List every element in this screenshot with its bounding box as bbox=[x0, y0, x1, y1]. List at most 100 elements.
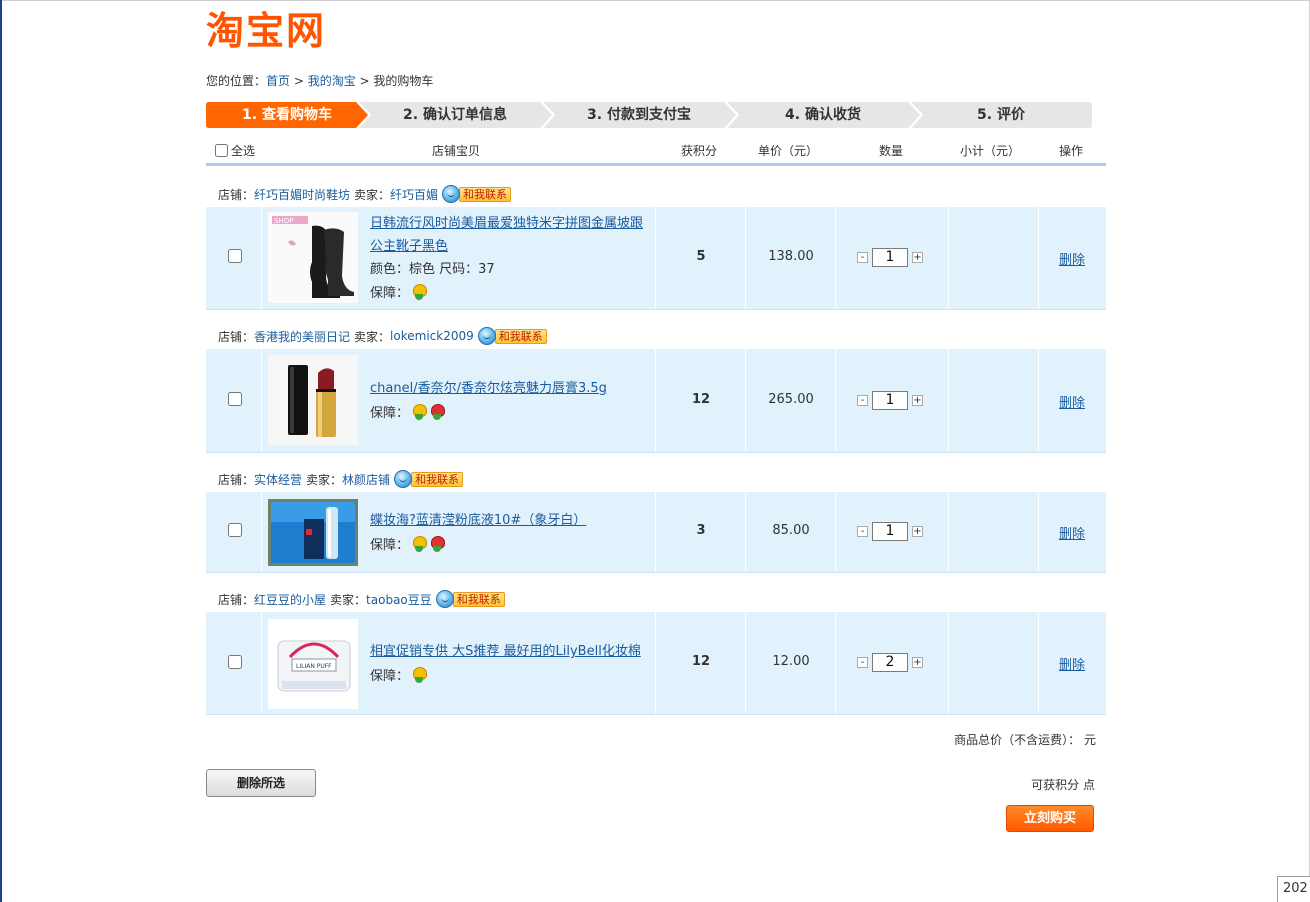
guarantee-label: 保障： bbox=[370, 538, 410, 553]
breadcrumb-home-link[interactable]: 首页 bbox=[266, 74, 290, 88]
quantity-input[interactable]: 1 bbox=[872, 522, 908, 541]
quantity-stepper: - 1 + bbox=[857, 522, 923, 541]
item-checkbox[interactable] bbox=[228, 392, 242, 406]
product-thumbnail[interactable]: SHOP bbox=[268, 212, 358, 303]
quantity-increase-button[interactable]: + bbox=[912, 395, 923, 406]
contact-seller-button[interactable]: 和我联系 bbox=[442, 185, 512, 203]
product-thumbnail[interactable] bbox=[268, 355, 358, 445]
shop-name-link[interactable]: 纤巧百媚时尚鞋坊 bbox=[254, 186, 350, 203]
delete-selected-button[interactable]: 删除所选 bbox=[206, 769, 316, 797]
delete-item-link[interactable]: 删除 bbox=[1059, 654, 1085, 673]
cell-divider bbox=[261, 349, 262, 452]
guarantee-red-icon[interactable] bbox=[429, 535, 446, 553]
product-title-link[interactable]: 相宜促销专供 大S推荐 最好用的LilyBell化妆棉 bbox=[370, 640, 660, 663]
seller-label: 卖家： bbox=[330, 592, 367, 607]
shop-name-link[interactable]: 实体经营 bbox=[254, 471, 302, 488]
quantity-input[interactable]: 2 bbox=[872, 653, 908, 672]
seller-label: 卖家： bbox=[354, 329, 391, 344]
item-checkbox[interactable] bbox=[228, 655, 242, 669]
lipstick-image-icon bbox=[268, 355, 358, 445]
step-view-cart: 1. 查看购物车 bbox=[206, 102, 368, 128]
step-confirm-order: 2. 确认订单信息 bbox=[358, 102, 552, 128]
cell-divider bbox=[1038, 349, 1039, 452]
product-guarantees: 保障： bbox=[370, 402, 446, 421]
cell-divider bbox=[261, 492, 262, 572]
buy-now-button[interactable]: 立刻购买 bbox=[1006, 805, 1094, 832]
item-points: 3 bbox=[696, 523, 706, 538]
product-title-link[interactable]: chanel/香奈尔/香奈尔炫亮魅力唇膏3.5g bbox=[370, 377, 650, 400]
total-label: 商品总价（不含运费）： bbox=[954, 733, 1081, 747]
shop-label: 店铺： bbox=[218, 329, 255, 344]
guarantee-yellow-icon[interactable] bbox=[411, 535, 428, 553]
seller-name-link[interactable]: lokemick2009 bbox=[390, 329, 474, 343]
quantity-increase-button[interactable]: + bbox=[912, 252, 923, 263]
product-title-link[interactable]: 蝶妆海?蓝清滢粉底液10#（象牙白） bbox=[370, 509, 650, 532]
item-checkbox[interactable] bbox=[228, 523, 242, 537]
cart-item-row: chanel/香奈尔/香奈尔炫亮魅力唇膏3.5g 保障： 12 265.00 -… bbox=[206, 349, 1106, 453]
item-unit-price: 138.00 bbox=[768, 249, 814, 264]
product-thumbnail[interactable] bbox=[268, 499, 358, 566]
guarantee-yellow-icon[interactable] bbox=[411, 666, 428, 684]
breadcrumb-my-taobao-link[interactable]: 我的淘宝 bbox=[308, 74, 356, 88]
wangwang-icon bbox=[442, 185, 461, 203]
contact-seller-button[interactable]: 和我联系 bbox=[435, 590, 505, 608]
points-label: 可获积分 bbox=[1031, 778, 1080, 792]
product-thumbnail[interactable]: LILIAN PUFF bbox=[268, 619, 358, 709]
contact-seller-button[interactable]: 和我联系 bbox=[394, 470, 464, 488]
shop-name-link[interactable]: 香港我的美丽日记 bbox=[254, 328, 350, 345]
delete-item-link[interactable]: 删除 bbox=[1059, 523, 1085, 542]
step-label: 1. 查看购物车 bbox=[242, 107, 332, 123]
shop-name-link[interactable]: 红豆豆的小屋 bbox=[254, 591, 326, 608]
total-unit: 元 bbox=[1080, 733, 1096, 747]
header-action: 操作 bbox=[1059, 144, 1084, 158]
step-confirm-receipt: 4. 确认收货 bbox=[726, 102, 920, 128]
cell-divider bbox=[261, 207, 262, 309]
shop-info: 店铺： 纤巧百媚时尚鞋坊 卖家： 纤巧百媚 和我联系 bbox=[218, 183, 512, 205]
seller-label: 卖家： bbox=[354, 187, 391, 202]
contact-label: 和我联系 bbox=[411, 471, 464, 487]
delete-item-link[interactable]: 删除 bbox=[1059, 392, 1085, 411]
contact-seller-button[interactable]: 和我联系 bbox=[477, 327, 547, 345]
product-title-link[interactable]: 日韩流行风时尚美眉最爱独特米字拼图金属坡跟公主靴子黑色 bbox=[370, 212, 650, 258]
quantity-decrease-button[interactable]: - bbox=[857, 252, 868, 263]
delete-item-link[interactable]: 删除 bbox=[1059, 249, 1085, 268]
header-item: 店铺宝贝 bbox=[432, 144, 481, 158]
guarantee-yellow-icon[interactable] bbox=[411, 283, 428, 301]
select-all-checkbox[interactable] bbox=[215, 144, 228, 157]
quantity-increase-button[interactable]: + bbox=[912, 526, 923, 537]
shop-info: 店铺： 香港我的美丽日记 卖家： lokemick2009 和我联系 bbox=[218, 325, 547, 347]
breadcrumb: 您的位置：首页 > 我的淘宝 > 我的购物车 bbox=[206, 72, 433, 89]
cell-divider bbox=[1038, 612, 1039, 714]
cell-divider bbox=[1038, 492, 1039, 572]
step-pay-alipay: 3. 付款到支付宝 bbox=[542, 102, 736, 128]
contact-label: 和我联系 bbox=[494, 328, 547, 344]
item-points: 12 bbox=[691, 392, 711, 407]
quantity-input[interactable]: 1 bbox=[872, 391, 908, 410]
guarantee-red-icon[interactable] bbox=[429, 403, 446, 421]
shop-info: 店铺： 红豆豆的小屋 卖家： taobao豆豆 和我联系 bbox=[218, 588, 505, 610]
quantity-decrease-button[interactable]: - bbox=[857, 657, 868, 668]
quantity-decrease-button[interactable]: - bbox=[857, 395, 868, 406]
seller-name-link[interactable]: 林颜店铺 bbox=[342, 471, 390, 488]
item-checkbox[interactable] bbox=[228, 249, 242, 263]
guarantee-yellow-icon[interactable] bbox=[411, 403, 428, 421]
quantity-input[interactable]: 1 bbox=[872, 248, 908, 267]
cotton-pads-image-icon: LILIAN PUFF bbox=[268, 619, 358, 709]
cell-divider bbox=[948, 492, 949, 572]
seller-name-link[interactable]: 纤巧百媚 bbox=[390, 186, 438, 203]
breadcrumb-current: 我的购物车 bbox=[373, 74, 434, 88]
item-unit-price: 265.00 bbox=[768, 392, 814, 407]
logo-text: 淘宝网 bbox=[206, 9, 327, 53]
seller-name-link[interactable]: taobao豆豆 bbox=[366, 591, 432, 608]
contact-label: 和我联系 bbox=[452, 591, 505, 607]
guarantee-label: 保障： bbox=[370, 669, 410, 684]
cart-item-row: LILIAN PUFF 相宜促销专供 大S推荐 最好用的LilyBell化妆棉 … bbox=[206, 612, 1106, 715]
earnable-points: 可获积分 点 bbox=[1031, 776, 1095, 793]
quantity-increase-button[interactable]: + bbox=[912, 657, 923, 668]
order-progress-steps: 1. 查看购物车 2. 确认订单信息 3. 付款到支付宝 4. 确认收货 5. … bbox=[206, 102, 1092, 128]
quantity-decrease-button[interactable]: - bbox=[857, 526, 868, 537]
taobao-logo[interactable]: 淘宝网 bbox=[206, 8, 326, 54]
order-total: 商品总价（不含运费）： 元 bbox=[796, 731, 1096, 748]
select-all[interactable]: 全选 bbox=[215, 142, 255, 159]
item-points: 12 bbox=[691, 654, 711, 669]
